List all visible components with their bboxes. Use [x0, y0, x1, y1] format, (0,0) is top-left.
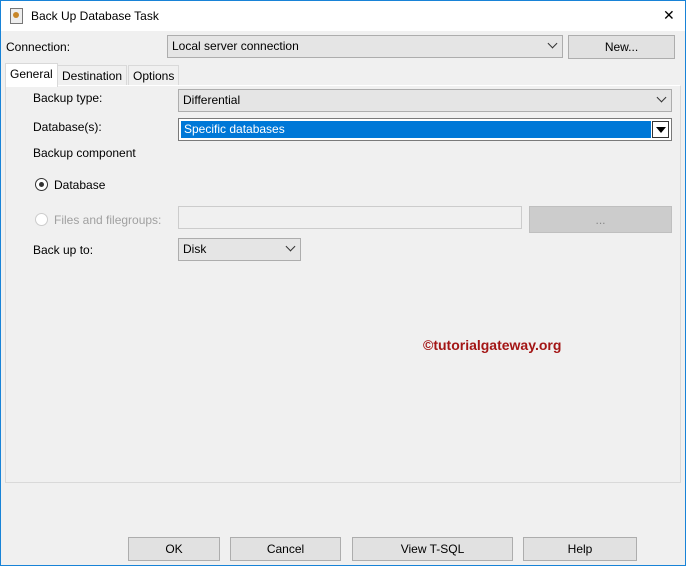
- back-up-to-label: Back up to:: [33, 243, 94, 257]
- backup-type-label: Backup type:: [33, 91, 103, 105]
- databases-label: Database(s):: [33, 120, 102, 134]
- connection-value: Local server connection: [172, 39, 299, 53]
- ok-button[interactable]: OK: [128, 537, 220, 561]
- radio-database[interactable]: [35, 178, 48, 191]
- chevron-down-icon: [547, 38, 558, 49]
- tab-label: General: [10, 67, 53, 81]
- back-up-to-dropdown[interactable]: Disk: [178, 238, 301, 261]
- backup-type-dropdown[interactable]: Differential: [178, 89, 672, 112]
- tab-destination[interactable]: Destination: [57, 65, 128, 86]
- dropdown-arrow-icon: [652, 121, 669, 138]
- view-tsql-button[interactable]: View T-SQL: [352, 537, 513, 561]
- watermark: ©tutorialgateway.org: [423, 337, 562, 353]
- dialog-window: Back Up Database Task ✕ Connection: Loca…: [0, 0, 686, 566]
- databases-value: Specific databases: [181, 121, 651, 138]
- back-up-to-value: Disk: [183, 242, 207, 256]
- title-bar: Back Up Database Task ✕: [1, 1, 685, 31]
- tab-label: Destination: [62, 69, 123, 83]
- databases-dropdown[interactable]: Specific databases: [178, 118, 672, 141]
- chevron-down-icon: [656, 92, 667, 103]
- tab-general[interactable]: General: [5, 63, 58, 87]
- radio-files: [35, 213, 48, 226]
- tab-label: Options: [133, 69, 175, 83]
- cancel-button[interactable]: Cancel: [230, 537, 341, 561]
- connection-label: Connection:: [6, 40, 71, 54]
- files-input: [178, 206, 522, 229]
- close-button[interactable]: ✕: [663, 7, 675, 24]
- connection-dropdown[interactable]: Local server connection: [167, 35, 563, 58]
- radio-files-label: Files and filegroups:: [54, 213, 162, 227]
- help-button[interactable]: Help: [523, 537, 637, 561]
- chevron-down-icon: [285, 241, 296, 252]
- backup-type-value: Differential: [183, 93, 241, 107]
- tab-options[interactable]: Options: [128, 65, 180, 86]
- task-icon: [10, 8, 23, 24]
- window-title: Back Up Database Task: [31, 9, 159, 23]
- new-connection-button[interactable]: New...: [568, 35, 675, 59]
- tab-panel: Backup type: Differential Database(s): S…: [5, 85, 681, 483]
- files-browse-button: ...: [529, 206, 672, 233]
- radio-database-label: Database: [54, 178, 106, 192]
- backup-component-label: Backup component: [33, 146, 136, 160]
